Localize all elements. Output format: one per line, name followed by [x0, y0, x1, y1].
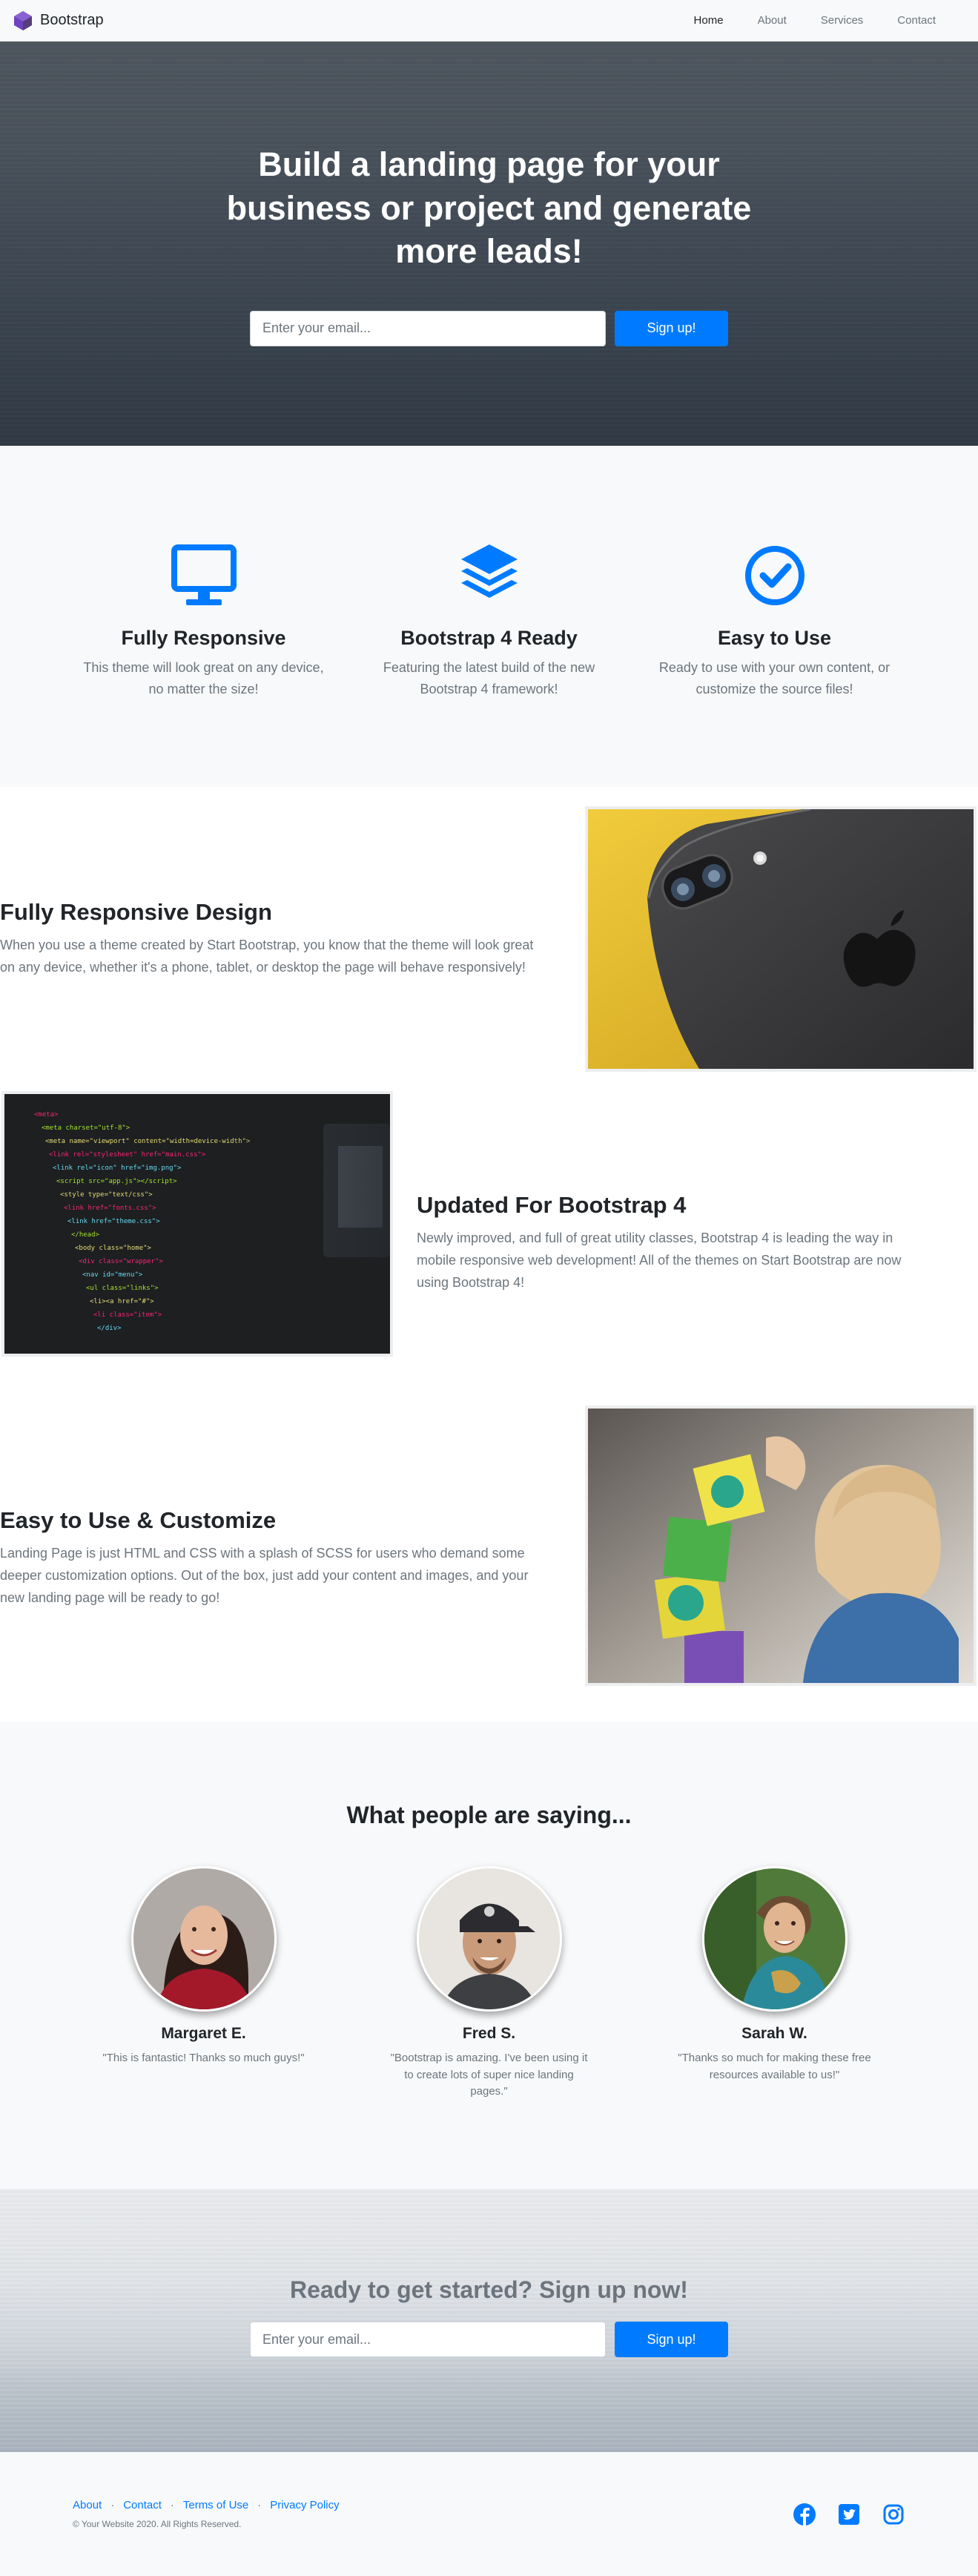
instagram-icon[interactable]: [882, 2503, 905, 2526]
footer-link-terms[interactable]: Terms of Use: [183, 2499, 248, 2511]
nav-services[interactable]: Services: [804, 8, 881, 33]
navbar: Bootstrap Home About Services Contact: [0, 0, 978, 42]
feature-item: Bootstrap 4 Ready Featuring the latest b…: [346, 540, 632, 787]
brand-label: Bootstrap: [40, 12, 104, 28]
avatar-fred-illustration: [418, 1868, 560, 2009]
cta-heading: Ready to get started? Sign up now!: [290, 2276, 688, 2303]
showcase-text: Updated For Bootstrap 4 Newly improved, …: [417, 1192, 951, 1294]
testimonial-item: Margaret E. "This is fantastic! Thanks s…: [61, 1866, 346, 2101]
feature-title: Easy to Use: [717, 627, 832, 649]
code-illustration: <meta> <meta charset="utf-8"> <meta name…: [4, 1094, 390, 1354]
bootstrap-logo-icon: [14, 10, 32, 30]
blocks-image: [585, 1406, 977, 1686]
footer-links: About · Contact · Terms of Use · Privacy…: [73, 2499, 340, 2511]
footer-separator: ·: [110, 2499, 115, 2511]
feature-title: Bootstrap 4 Ready: [400, 627, 578, 649]
nav-links: Home About Services Contact: [677, 8, 953, 33]
avatar-sarah-illustration: [704, 1868, 845, 2009]
showcase-row: <meta> <meta charset="utf-8"> <meta name…: [0, 1091, 978, 1395]
cta-email-input[interactable]: [250, 2322, 606, 2357]
masthead-signup-form: Sign up!: [250, 310, 728, 346]
layers-icon: [460, 544, 518, 598]
showcase-text: Easy to Use & Customize Landing Page is …: [0, 1507, 564, 1609]
footer-left: About · Contact · Terms of Use · Privacy…: [73, 2499, 340, 2529]
showcase-title: Fully Responsive Design: [0, 899, 272, 926]
twitter-icon[interactable]: [837, 2503, 861, 2526]
masthead-heading: Build a landing page for your business o…: [226, 145, 752, 270]
feature-item: Fully Responsive This theme will look gr…: [61, 540, 346, 787]
copyright: © Your Website 2020. All Rights Reserved…: [73, 2519, 242, 2529]
footer-link-about[interactable]: About: [73, 2499, 102, 2511]
masthead-signup-button[interactable]: Sign up!: [615, 310, 728, 346]
features-icons: Fully Responsive This theme will look gr…: [0, 446, 978, 787]
iphone-illustration: [588, 809, 974, 1069]
testimonials-heading: What people are saying...: [346, 1802, 632, 1828]
avatar: [701, 1866, 848, 2012]
nav-about[interactable]: About: [741, 8, 804, 33]
nav-home[interactable]: Home: [677, 8, 741, 33]
testimonial-quote: "Thanks so much for making these free re…: [678, 2052, 871, 2081]
feature-text: This theme will look great on any device…: [83, 660, 324, 696]
footer-separator: ·: [257, 2499, 262, 2511]
testimonial-name: Sarah W.: [741, 2025, 807, 2042]
testimonial-quote: "Bootstrap is amazing. I've been using i…: [390, 2052, 588, 2098]
nav-contact[interactable]: Contact: [880, 8, 953, 33]
brand[interactable]: Bootstrap: [12, 10, 104, 32]
check-circle-icon: [744, 546, 804, 605]
avatar: [130, 1866, 277, 2012]
cta-signup-form: Sign up!: [250, 2322, 728, 2357]
showcase-body: When you use a theme created by Start Bo…: [0, 938, 534, 975]
desktop-icon: [171, 544, 237, 605]
showcase-row: Easy to Use & Customize Landing Page is …: [0, 1395, 978, 1722]
showcase-title: Easy to Use & Customize: [0, 1507, 277, 1534]
showcase-row: Fully Responsive Design When you use a t…: [0, 787, 978, 1091]
iphone-image: [585, 806, 977, 1072]
footer-separator: ·: [170, 2499, 174, 2511]
testimonials: What people are saying... Margaret E. "T…: [0, 1722, 978, 2189]
footer-link-privacy[interactable]: Privacy Policy: [270, 2499, 339, 2511]
social-links: [793, 2503, 905, 2526]
testimonial-name: Fred S.: [462, 2025, 516, 2042]
avatar-margaret-illustration: [133, 1868, 274, 2009]
facebook-icon[interactable]: [793, 2503, 816, 2526]
testimonial-row: Margaret E. "This is fantastic! Thanks s…: [0, 1866, 978, 2101]
showcase-body: Newly improved, and full of great utilit…: [417, 1231, 902, 1290]
testimonial-name: Margaret E.: [161, 2025, 246, 2042]
feature-item: Easy to Use Ready to use with your own c…: [632, 540, 917, 787]
masthead: Build a landing page for your business o…: [0, 42, 978, 446]
cta-signup-button[interactable]: Sign up!: [615, 2322, 728, 2357]
footer-link-contact[interactable]: Contact: [123, 2499, 162, 2511]
feature-text: Ready to use with your own content, or c…: [658, 660, 891, 696]
footer: About · Contact · Terms of Use · Privacy…: [0, 2452, 978, 2576]
avatar: [416, 1866, 562, 2012]
feature-title: Fully Responsive: [121, 627, 286, 649]
masthead-email-input[interactable]: [250, 310, 606, 346]
testimonial-item: Fred S. "Bootstrap is amazing. I've been…: [346, 1866, 632, 2101]
child-blocks-illustration: [588, 1409, 974, 1683]
call-to-action: Ready to get started? Sign up now! Sign …: [0, 2189, 978, 2452]
feature-text: Featuring the latest build of the new Bo…: [383, 660, 595, 696]
testimonial-item: Sarah W. "Thanks so much for making thes…: [632, 1866, 917, 2101]
showcase-text: Fully Responsive Design When you use a t…: [0, 899, 564, 978]
code-image: <meta> <meta charset="utf-8"> <meta name…: [1, 1091, 393, 1357]
testimonial-quote: "This is fantastic! Thanks so much guys!…: [102, 2052, 305, 2064]
showcases: Fully Responsive Design When you use a t…: [0, 787, 978, 1722]
showcase-title: Updated For Bootstrap 4: [417, 1192, 687, 1219]
showcase-body: Landing Page is just HTML and CSS with a…: [0, 1546, 529, 1605]
